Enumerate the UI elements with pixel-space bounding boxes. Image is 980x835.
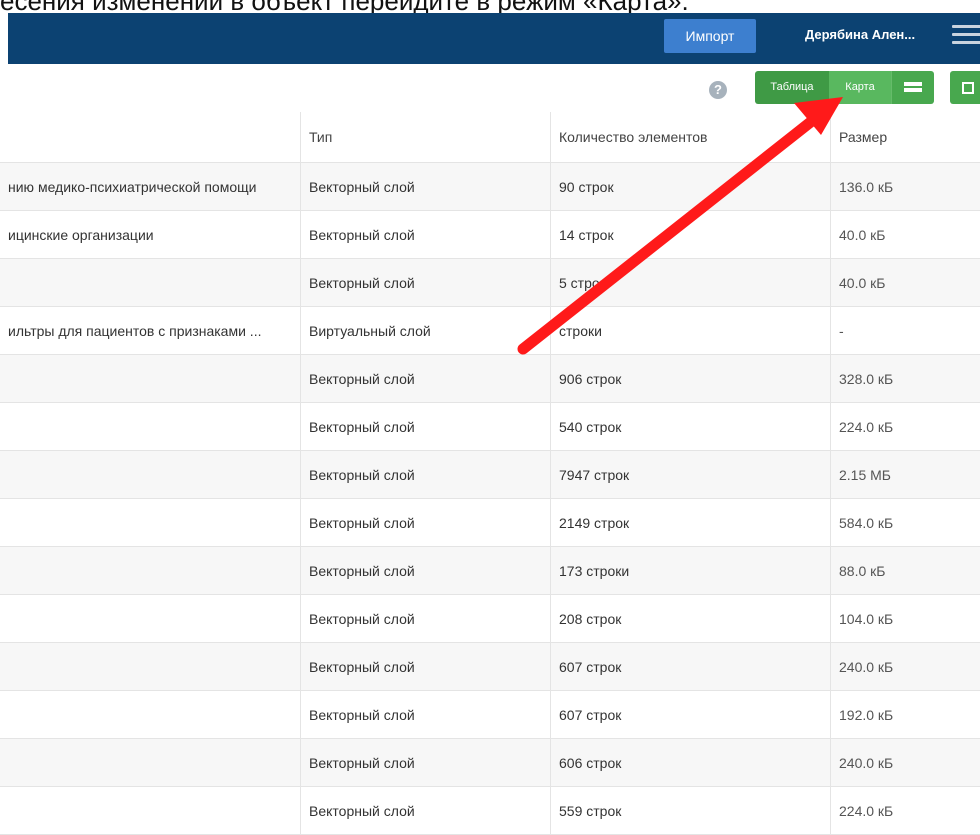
cell-type: Векторный слой	[300, 547, 550, 594]
fullscreen-icon	[962, 82, 974, 94]
table-row[interactable]: нию медико-психиатрической помощи Векторн…	[0, 163, 980, 211]
hamburger-menu-icon[interactable]	[952, 25, 980, 45]
cell-name	[0, 643, 300, 690]
cell-name: ильтры для пациентов с признаками ...	[8, 322, 262, 339]
cell-name	[0, 451, 300, 498]
cell-count: 14 строк	[550, 211, 830, 258]
cell-size: 240.0 кБ	[830, 739, 980, 786]
cell-name: ицинские организации	[8, 226, 154, 243]
cell-type: Векторный слой	[300, 691, 550, 738]
cell-count: 7947 строк	[550, 451, 830, 498]
cell-size: 224.0 кБ	[830, 787, 980, 834]
cell-name	[0, 691, 300, 738]
cell-type: Векторный слой	[300, 451, 550, 498]
cell-count: 906 строк	[550, 355, 830, 402]
table-view-button[interactable]: Таблица	[755, 71, 829, 104]
table-row[interactable]: Векторный слой 906 строк 328.0 кБ	[0, 355, 980, 403]
cell-count: строки	[550, 307, 830, 354]
cell-count: 540 строк	[550, 403, 830, 450]
cell-count: 90 строк	[550, 163, 830, 210]
cell-size: 240.0 кБ	[830, 643, 980, 690]
cell-size: 224.0 кБ	[830, 403, 980, 450]
cell-size: 104.0 кБ	[830, 595, 980, 642]
cell-size: 88.0 кБ	[830, 547, 980, 594]
view-toolbar: ? Таблица Карта	[0, 64, 980, 113]
cell-type: Векторный слой	[300, 787, 550, 834]
table-body: нию медико-психиатрической помощи Векторн…	[0, 163, 980, 835]
cell-type: Векторный слой	[300, 499, 550, 546]
cell-name	[0, 259, 300, 306]
cell-size: 328.0 кБ	[830, 355, 980, 402]
table-row[interactable]: Векторный слой 607 строк 192.0 кБ	[0, 691, 980, 739]
cell-type: Векторный слой	[300, 643, 550, 690]
table-row[interactable]: Векторный слой 208 строк 104.0 кБ	[0, 595, 980, 643]
cell-count: 5 строк	[550, 259, 830, 306]
cell-count: 2149 строк	[550, 499, 830, 546]
layout-toggle-button[interactable]	[891, 71, 934, 104]
top-navbar: Импорт Дерябина Ален...	[8, 13, 980, 64]
cell-name	[0, 739, 300, 786]
table-row[interactable]: ильтры для пациентов с признаками ... Вир…	[0, 307, 980, 355]
column-header-name[interactable]	[0, 112, 300, 162]
table-row[interactable]: Векторный слой 173 строки 88.0 кБ	[0, 547, 980, 595]
cell-size: 40.0 кБ	[830, 259, 980, 306]
cell-type: Векторный слой	[300, 163, 550, 210]
cell-type: Векторный слой	[300, 355, 550, 402]
cell-name	[0, 403, 300, 450]
table-row[interactable]: Векторный слой 5 строк 40.0 кБ	[0, 259, 980, 307]
cell-type: Векторный слой	[300, 739, 550, 786]
column-header-count[interactable]: Количество элементов	[550, 112, 830, 162]
column-header-type[interactable]: Тип	[300, 112, 550, 162]
cell-size: 136.0 кБ	[830, 163, 980, 210]
cell-type: Векторный слой	[300, 595, 550, 642]
map-view-button[interactable]: Карта	[829, 71, 891, 104]
layout-toggle-icon	[904, 82, 922, 93]
cell-size: 40.0 кБ	[830, 211, 980, 258]
table-row[interactable]: Векторный слой 606 строк 240.0 кБ	[0, 739, 980, 787]
cell-size: 2.15 МБ	[830, 451, 980, 498]
cell-type: Виртуальный слой	[300, 307, 550, 354]
cell-size: -	[830, 307, 980, 354]
cell-count: 607 строк	[550, 691, 830, 738]
cell-type: Векторный слой	[300, 211, 550, 258]
cell-count: 607 строк	[550, 643, 830, 690]
user-menu[interactable]: Дерябина Ален...	[805, 13, 915, 64]
fullscreen-button[interactable]	[950, 71, 980, 104]
cell-type: Векторный слой	[300, 259, 550, 306]
table-row[interactable]: Векторный слой 2149 строк 584.0 кБ	[0, 499, 980, 547]
cell-count: 208 строк	[550, 595, 830, 642]
cell-count: 173 строки	[550, 547, 830, 594]
cell-name: нию медико-психиатрической помощи	[8, 178, 257, 195]
column-header-size[interactable]: Размер	[830, 112, 980, 162]
cell-name	[0, 547, 300, 594]
table-row[interactable]: ицинские организации Векторный слой 14 стр…	[0, 211, 980, 259]
table-header-row: Тип Количество элементов Размер	[0, 112, 980, 163]
cell-count: 606 строк	[550, 739, 830, 786]
cell-name	[0, 355, 300, 402]
cell-size: 584.0 кБ	[830, 499, 980, 546]
layers-table: Тип Количество элементов Размер нию меди…	[0, 112, 980, 835]
cell-name	[0, 499, 300, 546]
cell-name	[0, 787, 300, 834]
import-button[interactable]: Импорт	[664, 19, 756, 53]
table-row[interactable]: Векторный слой 607 строк 240.0 кБ	[0, 643, 980, 691]
table-row[interactable]: Векторный слой 7947 строк 2.15 МБ	[0, 451, 980, 499]
cell-size: 192.0 кБ	[830, 691, 980, 738]
cell-count: 559 строк	[550, 787, 830, 834]
table-row[interactable]: Векторный слой 540 строк 224.0 кБ	[0, 403, 980, 451]
help-icon[interactable]: ?	[709, 81, 727, 99]
cell-name	[0, 595, 300, 642]
cell-type: Векторный слой	[300, 403, 550, 450]
table-row[interactable]: Векторный слой 559 строк 224.0 кБ	[0, 787, 980, 835]
